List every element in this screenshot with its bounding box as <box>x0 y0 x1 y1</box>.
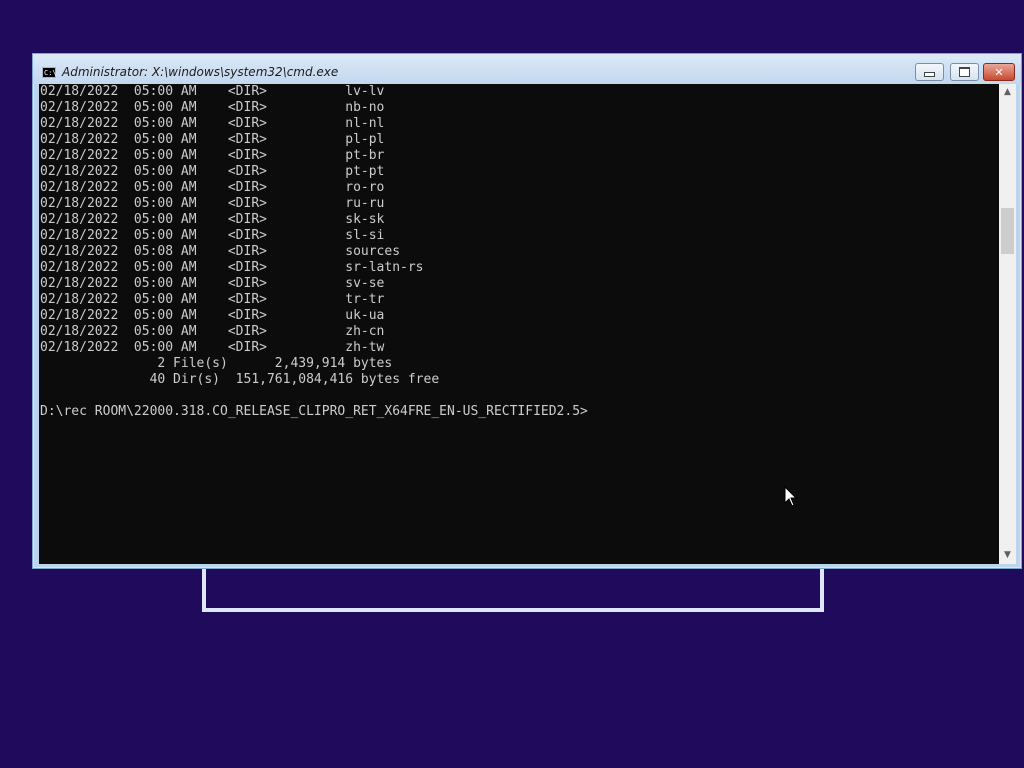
close-icon: ✕ <box>994 65 1004 79</box>
console-line: 02/18/2022 05:00 AM <DIR> lv-lv <box>40 84 385 99</box>
scroll-up-arrow-icon[interactable]: ▲ <box>999 84 1016 101</box>
maximize-icon <box>959 67 970 77</box>
close-button[interactable]: ✕ <box>983 63 1015 81</box>
console-line: 40 Dir(s) 151,761,084,416 bytes free <box>40 372 440 387</box>
console-line: 02/18/2022 05:00 AM <DIR> nl-nl <box>40 116 385 131</box>
mouse-pointer-icon <box>784 486 798 507</box>
console-line: 02/18/2022 05:00 AM <DIR> pt-pt <box>40 164 385 179</box>
window-title: Administrator: X:\windows\system32\cmd.e… <box>62 65 339 79</box>
console-line: 02/18/2022 05:00 AM <DIR> tr-tr <box>40 292 385 307</box>
console-line: 02/18/2022 05:00 AM <DIR> zh-tw <box>40 340 385 355</box>
console-line: 02/18/2022 05:00 AM <DIR> ru-ru <box>40 196 385 211</box>
command-prompt-line: D:\rec ROOM\22000.318.CO_RELEASE_CLIPRO_… <box>40 404 588 419</box>
console-output[interactable]: 02/18/2022 05:00 AM <DIR> lv-lv 02/18/202… <box>39 84 999 564</box>
console-line: 02/18/2022 05:08 AM <DIR> sources <box>40 244 401 259</box>
desktop: { "colors": { "desktop_background": "#1f… <box>0 0 1024 768</box>
console-line: 02/18/2022 05:00 AM <DIR> sl-si <box>40 228 385 243</box>
minimize-button[interactable] <box>915 63 944 81</box>
console-line: 02/18/2022 05:00 AM <DIR> zh-cn <box>40 324 385 339</box>
maximize-button[interactable] <box>950 63 979 81</box>
console-line: 02/18/2022 05:00 AM <DIR> sr-latn-rs <box>40 260 424 275</box>
console-line: 2 File(s) 2,439,914 bytes <box>40 356 393 371</box>
console-lines: 02/18/2022 05:00 AM <DIR> lv-lv 02/18/202… <box>39 84 999 420</box>
console-line: 02/18/2022 05:00 AM <DIR> sk-sk <box>40 212 385 227</box>
scrollbar-thumb[interactable] <box>1001 208 1014 254</box>
minimize-icon <box>924 72 935 77</box>
title-bar[interactable]: C:\ Administrator: X:\windows\system32\c… <box>33 54 1021 84</box>
console-line: 02/18/2022 05:00 AM <DIR> pl-pl <box>40 132 385 147</box>
console-line: 02/18/2022 05:00 AM <DIR> sv-se <box>40 276 385 291</box>
console-line: 02/18/2022 05:00 AM <DIR> pt-br <box>40 148 385 163</box>
scroll-down-arrow-icon[interactable]: ▼ <box>999 547 1016 564</box>
cmd-icon[interactable]: C:\ <box>42 67 57 78</box>
cmd-window[interactable]: C:\ Administrator: X:\windows\system32\c… <box>32 53 1022 569</box>
console-line: 02/18/2022 05:00 AM <DIR> uk-ua <box>40 308 385 323</box>
vertical-scrollbar[interactable]: ▲ ▼ <box>999 84 1016 564</box>
console-line: 02/18/2022 05:00 AM <DIR> nb-no <box>40 100 385 115</box>
console-line: 02/18/2022 05:00 AM <DIR> ro-ro <box>40 180 385 195</box>
